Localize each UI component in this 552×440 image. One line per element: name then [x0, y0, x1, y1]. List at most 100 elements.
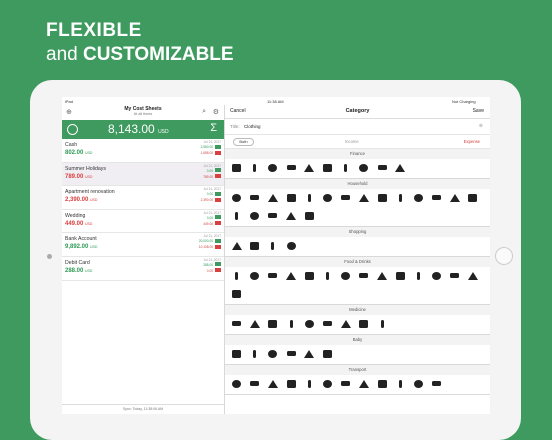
- account-row[interactable]: Wedding 449.00 USD Jul 21, 2017 0.00 449.00: [62, 210, 224, 234]
- category-icon[interactable]: [429, 268, 444, 284]
- category-icon[interactable]: [338, 190, 353, 206]
- category-icon[interactable]: [320, 346, 335, 362]
- category-icon[interactable]: [265, 208, 280, 224]
- category-icon[interactable]: [265, 190, 280, 206]
- category-icon[interactable]: [302, 268, 317, 284]
- category-icon[interactable]: [356, 268, 371, 284]
- account-row[interactable]: Bank Account 9,892.00 USD Jul 21, 2017 20,0…: [62, 233, 224, 257]
- add-income-button[interactable]: [215, 168, 221, 173]
- category-icon[interactable]: [302, 208, 317, 224]
- category-icon[interactable]: [247, 268, 262, 284]
- category-icon[interactable]: [302, 376, 317, 392]
- category-icon[interactable]: [447, 190, 462, 206]
- clear-icon[interactable]: ⊗: [479, 123, 483, 129]
- category-icon[interactable]: [229, 316, 244, 332]
- category-icon[interactable]: [229, 286, 244, 302]
- category-icon[interactable]: [229, 376, 244, 392]
- category-icon[interactable]: [411, 376, 426, 392]
- category-icon[interactable]: [465, 268, 480, 284]
- category-icon[interactable]: [375, 376, 390, 392]
- add-expense-button[interactable]: [215, 268, 221, 273]
- category-icon[interactable]: [447, 268, 462, 284]
- category-icon[interactable]: [229, 238, 244, 254]
- category-icon[interactable]: [338, 268, 353, 284]
- category-icon[interactable]: [302, 190, 317, 206]
- category-icon[interactable]: [375, 160, 390, 176]
- account-row[interactable]: Debit Card 288.00 USD Jul 21, 2017 288.00 0.…: [62, 257, 224, 281]
- category-icon[interactable]: [284, 190, 299, 206]
- account-row[interactable]: Summer Holidays 789.00 USD Jul 21, 2017 0.0…: [62, 162, 224, 187]
- category-icon[interactable]: [229, 346, 244, 362]
- add-expense-button[interactable]: [215, 221, 221, 226]
- category-icon[interactable]: [247, 238, 262, 254]
- category-icon[interactable]: [411, 268, 426, 284]
- category-icon[interactable]: [265, 316, 280, 332]
- category-icon[interactable]: [265, 346, 280, 362]
- category-icon[interactable]: [356, 190, 371, 206]
- category-icon[interactable]: [247, 346, 262, 362]
- add-expense-button[interactable]: [215, 150, 221, 155]
- category-icon[interactable]: [320, 376, 335, 392]
- category-icon[interactable]: [375, 316, 390, 332]
- category-icon[interactable]: [284, 160, 299, 176]
- title-input[interactable]: Clothing: [244, 124, 261, 129]
- category-icon[interactable]: [356, 316, 371, 332]
- category-icon[interactable]: [247, 376, 262, 392]
- add-income-button[interactable]: [215, 191, 221, 196]
- category-icon[interactable]: [320, 160, 335, 176]
- category-icon[interactable]: [356, 160, 371, 176]
- category-icon[interactable]: [338, 376, 353, 392]
- add-expense-button[interactable]: [215, 174, 221, 179]
- category-icon[interactable]: [247, 190, 262, 206]
- type-both-button[interactable]: Both: [233, 138, 254, 146]
- category-icon[interactable]: [265, 160, 280, 176]
- add-income-button[interactable]: [215, 238, 221, 243]
- category-icon[interactable]: [411, 190, 426, 206]
- pie-chart-icon[interactable]: [67, 124, 78, 135]
- search-icon[interactable]: ⌕: [202, 108, 206, 116]
- category-icon[interactable]: [320, 268, 335, 284]
- add-expense-button[interactable]: [215, 197, 221, 202]
- category-icon[interactable]: [302, 316, 317, 332]
- total-balance[interactable]: 8,143.00 USD Σ: [62, 120, 224, 139]
- category-icon[interactable]: [375, 268, 390, 284]
- category-icon[interactable]: [393, 160, 408, 176]
- category-icon[interactable]: [375, 190, 390, 206]
- sum-icon[interactable]: Σ: [210, 122, 217, 134]
- home-button[interactable]: [495, 247, 513, 265]
- category-icon[interactable]: [229, 190, 244, 206]
- category-icon[interactable]: [320, 190, 335, 206]
- category-icon[interactable]: [284, 376, 299, 392]
- category-icon[interactable]: [429, 190, 444, 206]
- category-icon[interactable]: [356, 376, 371, 392]
- category-icon[interactable]: [247, 160, 262, 176]
- category-icon[interactable]: [265, 376, 280, 392]
- category-icon[interactable]: [265, 238, 280, 254]
- category-icon[interactable]: [393, 376, 408, 392]
- category-icon[interactable]: [393, 190, 408, 206]
- category-icon[interactable]: [284, 268, 299, 284]
- add-income-button[interactable]: [215, 144, 221, 149]
- category-icon[interactable]: [247, 316, 262, 332]
- add-income-button[interactable]: [215, 262, 221, 267]
- add-expense-button[interactable]: [215, 244, 221, 249]
- account-row[interactable]: Cash 802.00 USD Jul 21, 2017 2,560.00 1,658.…: [62, 139, 224, 163]
- category-icon[interactable]: [229, 268, 244, 284]
- category-icon[interactable]: [247, 208, 262, 224]
- category-icon[interactable]: [320, 316, 335, 332]
- category-icon[interactable]: [393, 268, 408, 284]
- type-expense-button[interactable]: Expense: [464, 139, 480, 144]
- category-icon[interactable]: [465, 190, 480, 206]
- category-icon[interactable]: [302, 160, 317, 176]
- category-icon[interactable]: [302, 346, 317, 362]
- category-icon[interactable]: [284, 238, 299, 254]
- category-icon[interactable]: [265, 268, 280, 284]
- category-icon[interactable]: [284, 316, 299, 332]
- add-income-button[interactable]: [215, 215, 221, 220]
- save-button[interactable]: Save: [473, 108, 484, 114]
- category-icon[interactable]: [284, 346, 299, 362]
- category-icon[interactable]: [338, 160, 353, 176]
- category-icon[interactable]: [284, 208, 299, 224]
- category-icon[interactable]: [338, 316, 353, 332]
- category-icon[interactable]: [229, 208, 244, 224]
